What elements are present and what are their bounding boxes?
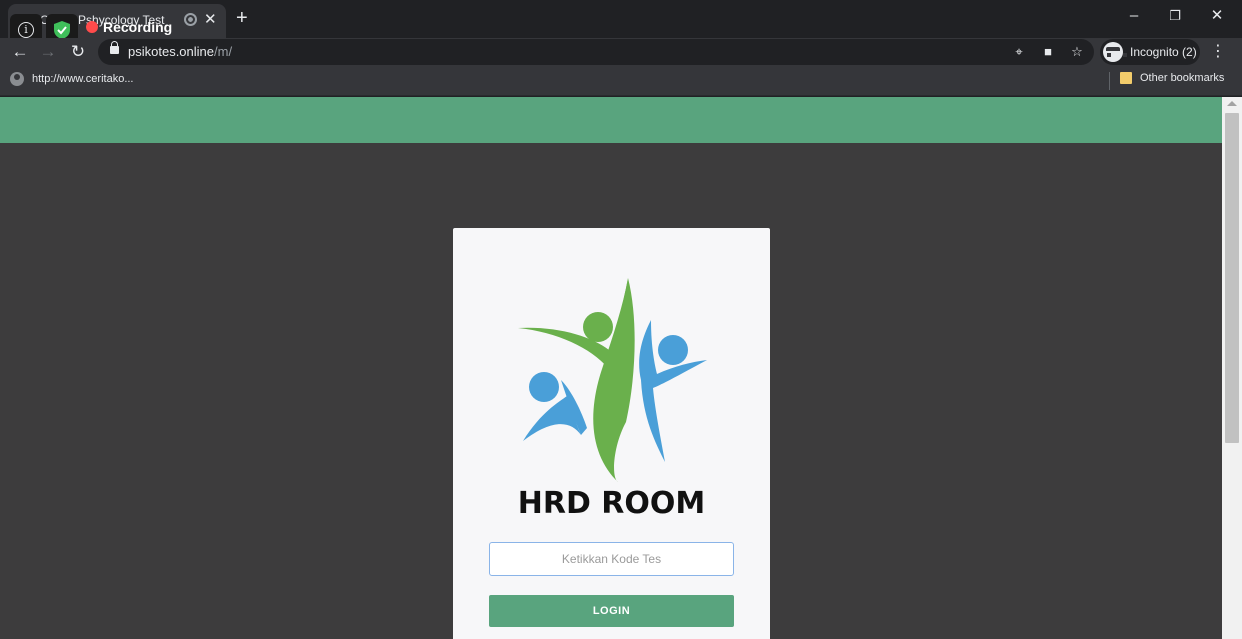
hrd-room-logo	[518, 278, 707, 482]
reload-icon[interactable]: ↻	[66, 40, 90, 64]
new-tab-button[interactable]: +	[236, 8, 248, 28]
bookmarks-divider	[1109, 72, 1110, 90]
bookmarks-bar: http://www.ceritako... Other bookmarks	[0, 66, 1242, 96]
recording-badge: Recording	[86, 19, 172, 35]
page-viewport: HRD ROOM LOGIN	[0, 97, 1222, 639]
incognito-profile-button[interactable]: Incognito (2)	[1100, 39, 1200, 65]
recording-indicator-icon	[184, 13, 197, 26]
close-tab-icon[interactable]: ✕	[204, 10, 217, 30]
login-card: HRD ROOM LOGIN	[453, 228, 770, 639]
forward-arrow-icon[interactable]: →	[36, 40, 60, 64]
scrollbar-thumb[interactable]	[1225, 113, 1239, 443]
incognito-icon	[1103, 42, 1127, 62]
bookmark-favicon-icon	[10, 72, 24, 86]
shield-check-icon	[54, 21, 70, 39]
bookmark-label: http://www.ceritako...	[32, 73, 134, 85]
page-scrollbar[interactable]	[1222, 97, 1242, 639]
brand-name: HRD ROOM	[517, 486, 706, 521]
star-icon[interactable]: ☆	[1068, 43, 1086, 61]
page-header-bar	[0, 97, 1222, 143]
minimize-icon[interactable]: –	[1124, 6, 1144, 26]
address-bar[interactable]: psikotes.online/m/ ⌖ ■ ☆	[98, 39, 1094, 65]
browser-toolbar: ← → ↻ psikotes.online/m/ ⌖ ■ ☆ Incognito…	[0, 38, 1242, 66]
restore-icon[interactable]: ❐	[1165, 6, 1185, 26]
info-icon: i	[18, 22, 34, 38]
other-bookmarks-label: Other bookmarks	[1140, 72, 1225, 84]
scroll-up-arrow-icon[interactable]	[1227, 101, 1237, 106]
other-bookmarks-button[interactable]: Other bookmarks	[1120, 72, 1224, 84]
location-icon[interactable]: ⌖	[1010, 43, 1028, 61]
bookmark-item[interactable]: http://www.ceritako...	[10, 72, 133, 86]
folder-icon	[1120, 72, 1132, 84]
back-arrow-icon[interactable]: ←	[8, 40, 32, 64]
close-window-icon[interactable]: ✕	[1207, 6, 1227, 26]
camera-icon[interactable]: ■	[1039, 43, 1057, 61]
login-button[interactable]: LOGIN	[489, 595, 734, 627]
profile-label: Incognito (2)	[1130, 45, 1197, 59]
recording-label: Recording	[103, 19, 173, 35]
test-code-input[interactable]	[489, 542, 734, 576]
url-text[interactable]: psikotes.online/m/	[128, 44, 232, 59]
lock-icon[interactable]	[110, 41, 119, 54]
kebab-menu-icon[interactable]: ⋮	[1208, 40, 1228, 64]
tab-strip: Online Pshycology Test ✕ + – ❐ ✕	[0, 0, 1242, 38]
record-dot-icon	[86, 21, 98, 33]
url-path: /m/	[214, 44, 233, 59]
url-host: psikotes.online	[128, 44, 214, 59]
